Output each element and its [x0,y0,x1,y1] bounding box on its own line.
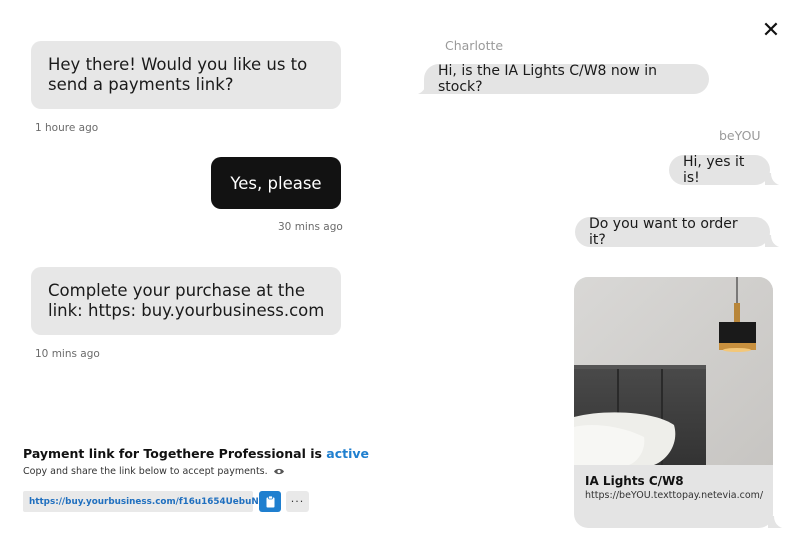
product-image [574,277,773,465]
payment-link-field[interactable]: https://buy.yourbusiness.com/f16u1654Ueb… [23,491,277,512]
close-icon: ✕ [761,17,781,43]
bubble-tail [765,173,779,185]
message-timestamp: 30 mins ago [278,221,343,233]
payment-link-text: https://buy.yourbusiness.com/f16u1654Ueb… [29,496,277,507]
payment-title-text: Payment link for Togethere Professional … [23,446,322,461]
bubble-tail [765,235,779,247]
bubble-tail [768,516,782,528]
payment-link-subtitle: Copy and share the link below to accept … [23,466,285,477]
message-text: Hi, yes it is! [683,154,745,186]
message-bubble-incoming: Hey there! Would you like us to send a p… [31,41,341,109]
product-card[interactable]: IA Lights C/W8 https://beYOU.texttopay.n… [574,277,773,528]
product-url[interactable]: https://beYOU.texttopay.netevia.com/ [585,490,763,501]
payment-link-title: Payment link for Togethere Professional … [23,446,369,461]
payment-status-badge: active [326,446,370,461]
close-button[interactable]: ✕ [759,17,783,43]
message-timestamp: 10 mins ago [35,348,100,360]
clipboard-icon [266,495,275,508]
eye-icon[interactable] [273,467,285,476]
message-bubble-incoming: Complete your purchase at the link: http… [31,267,341,335]
message-text: Complete your purchase at the link: http… [48,281,325,320]
payment-subtitle-text: Copy and share the link below to accept … [23,466,268,477]
more-icon: ··· [290,495,305,508]
message-bubble-business: Hi, yes it is! [669,154,770,186]
sender-name: Charlotte [445,38,504,53]
message-bubble-outgoing: Yes, please [211,157,341,209]
message-bubble-customer: Hi, is the IA Lights C/W8 now in stock? [424,63,709,95]
message-text: Do you want to order it? [589,216,738,248]
copy-link-button[interactable] [259,491,281,512]
sender-name: beYOU [719,128,761,143]
product-name: IA Lights C/W8 [585,474,684,488]
message-text: Hi, is the IA Lights C/W8 now in stock? [438,63,658,95]
bubble-tail [418,82,432,94]
message-text: Hey there! Would you like us to send a p… [48,55,308,94]
message-timestamp: 1 houre ago [35,122,99,134]
message-text: Yes, please [230,173,322,193]
message-bubble-business: Do you want to order it? [575,216,770,248]
more-options-button[interactable]: ··· [286,491,309,512]
